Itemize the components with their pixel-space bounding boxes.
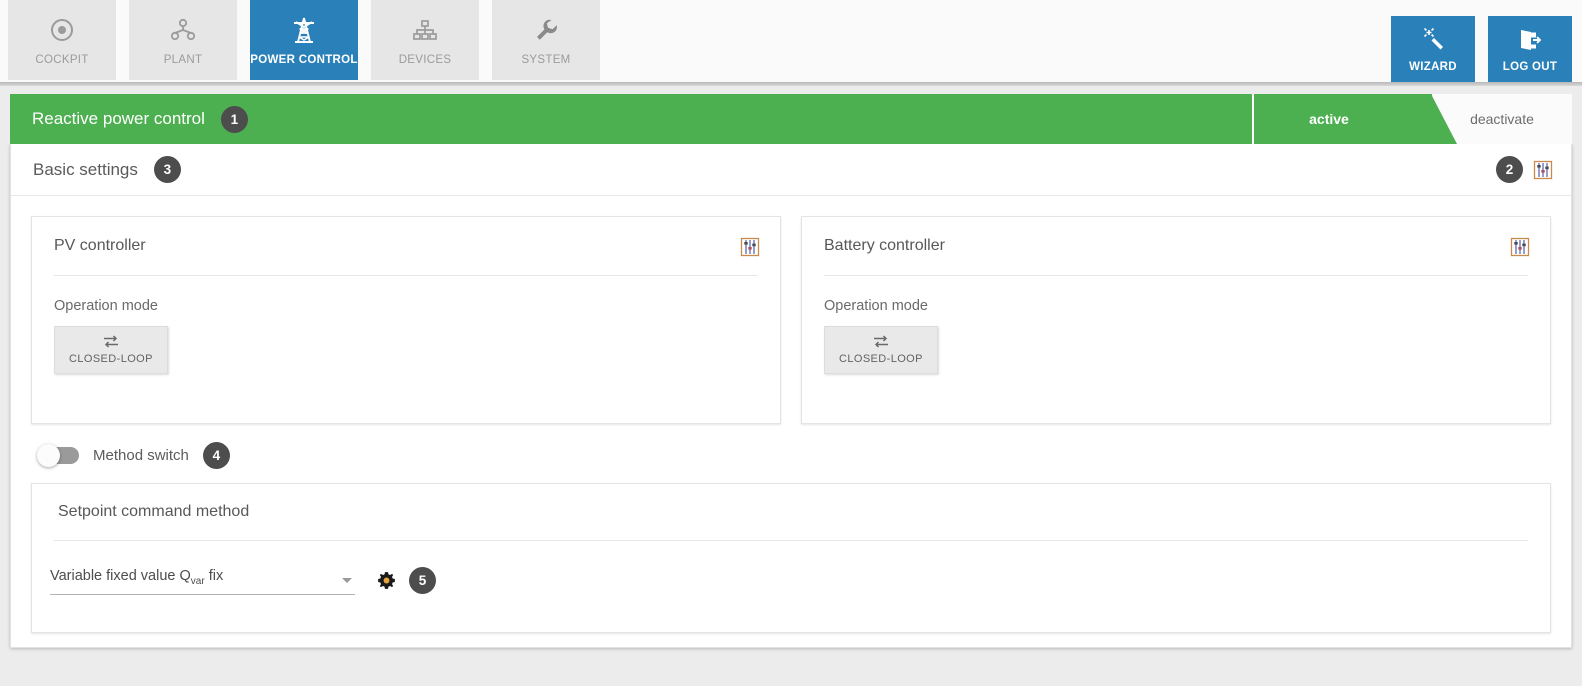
logout-button[interactable]: LOG OUT (1488, 16, 1572, 82)
setpoint-method-value: Variable fixed value Qvar fix (50, 568, 224, 587)
nav-tab-system[interactable]: SYSTEM (492, 0, 600, 80)
chevron-down-icon (342, 577, 352, 583)
nav-tab-label: POWER CONTROL (250, 53, 358, 66)
page-title: Reactive power control (32, 109, 205, 128)
nav-actions: WIZARD LOG OUT (1378, 16, 1572, 82)
target-icon (49, 15, 75, 45)
magic-wand-icon (1420, 26, 1446, 54)
power-tower-icon (289, 15, 319, 45)
callout-badge-1: 1 (220, 105, 248, 133)
equalizer-icon[interactable] (1533, 160, 1553, 180)
callout-badge-2: 2 (1496, 156, 1523, 183)
nav-tab-devices[interactable]: DEVICES (371, 0, 479, 80)
logout-label: LOG OUT (1502, 60, 1558, 73)
pv-closed-loop-button[interactable]: CLOSED-LOOP (54, 326, 168, 374)
callout-badge-4: 4 (202, 442, 230, 469)
battery-closed-loop-button[interactable]: CLOSED-LOOP (824, 326, 938, 374)
plant-network-icon (169, 15, 197, 45)
battery-controller-card: Battery controller Operation mode CLOSED… (801, 216, 1551, 424)
nav-tab-list: COCKPIT PLANT POWER CONTROL DEVICES SYST… (0, 0, 613, 80)
wizard-button[interactable]: WIZARD (1391, 16, 1475, 82)
callout-badge-3: 3 (153, 156, 181, 183)
basic-settings-header: Basic settings 3 2 (11, 144, 1571, 196)
wizard-label: WIZARD (1409, 60, 1457, 73)
state-active-button[interactable]: active (1252, 94, 1457, 144)
basic-settings-panel: Basic settings 3 2 PV controller Operati… (10, 144, 1572, 648)
wrench-icon (533, 15, 559, 45)
nav-tab-label: SYSTEM (521, 53, 571, 66)
loop-arrows-icon (101, 334, 121, 349)
setpoint-method-select[interactable]: Variable fixed value Qvar fix (50, 567, 355, 595)
loop-arrows-icon (871, 334, 891, 349)
method-switch-label: Method switch (93, 447, 189, 464)
method-switch-knob (37, 444, 60, 467)
setpoint-body: Variable fixed value Qvar fix 5 (32, 541, 1550, 595)
battery-closed-loop-label: CLOSED-LOOP (839, 353, 923, 365)
nav-tab-plant[interactable]: PLANT (129, 0, 237, 80)
page-container: Reactive power control 1 active deactiva… (10, 94, 1572, 648)
nav-tab-label: PLANT (163, 53, 203, 66)
battery-controller-equalizer-icon[interactable] (1510, 237, 1530, 257)
battery-controller-header: Battery controller (802, 217, 1550, 275)
pv-controller-body: Operation mode CLOSED-LOOP (32, 276, 780, 374)
pv-operation-mode-label: Operation mode (54, 298, 158, 314)
top-navigation-bar: COCKPIT PLANT POWER CONTROL DEVICES SYST… (0, 0, 1582, 86)
logout-icon (1517, 26, 1543, 54)
reactive-power-header: Reactive power control 1 active deactiva… (10, 94, 1572, 144)
pv-closed-loop-label: CLOSED-LOOP (69, 353, 153, 365)
setpoint-header: Setpoint command method (32, 484, 1550, 540)
basic-settings-toolbar: 2 (1480, 144, 1553, 195)
pv-controller-title: PV controller (54, 237, 146, 254)
method-switch-toggle[interactable] (37, 444, 79, 467)
setpoint-command-method-card: Setpoint command method Variable fixed v… (31, 483, 1551, 633)
setpoint-settings-gear-button[interactable] (377, 571, 396, 590)
nav-tab-label: COCKPIT (35, 53, 89, 66)
method-switch-row: Method switch 4 (11, 424, 1571, 483)
nav-tab-power-control[interactable]: POWER CONTROL (250, 0, 358, 80)
pv-controller-equalizer-icon[interactable] (740, 237, 760, 257)
battery-controller-title: Battery controller (824, 237, 945, 254)
devices-hierarchy-icon (413, 19, 437, 40)
nav-tab-cockpit[interactable]: COCKPIT (8, 0, 116, 80)
section-title: Basic settings (33, 159, 138, 179)
battery-operation-mode-label: Operation mode (824, 298, 928, 314)
state-active-label: active (1309, 111, 1349, 127)
pv-controller-header: PV controller (32, 217, 780, 275)
battery-controller-body: Operation mode CLOSED-LOOP (802, 276, 1550, 374)
setpoint-title: Setpoint command method (58, 503, 250, 520)
gear-icon (378, 572, 395, 590)
pv-controller-card: PV controller Operation mode CLOSED-LOOP (31, 216, 781, 424)
nav-tab-label: DEVICES (398, 53, 452, 66)
state-deactivate-label: deactivate (1470, 111, 1534, 127)
callout-badge-5: 5 (409, 567, 436, 595)
controller-card-list: PV controller Operation mode CLOSED-LOOP… (11, 196, 1571, 424)
activation-toggle: active deactivate (1252, 94, 1572, 144)
